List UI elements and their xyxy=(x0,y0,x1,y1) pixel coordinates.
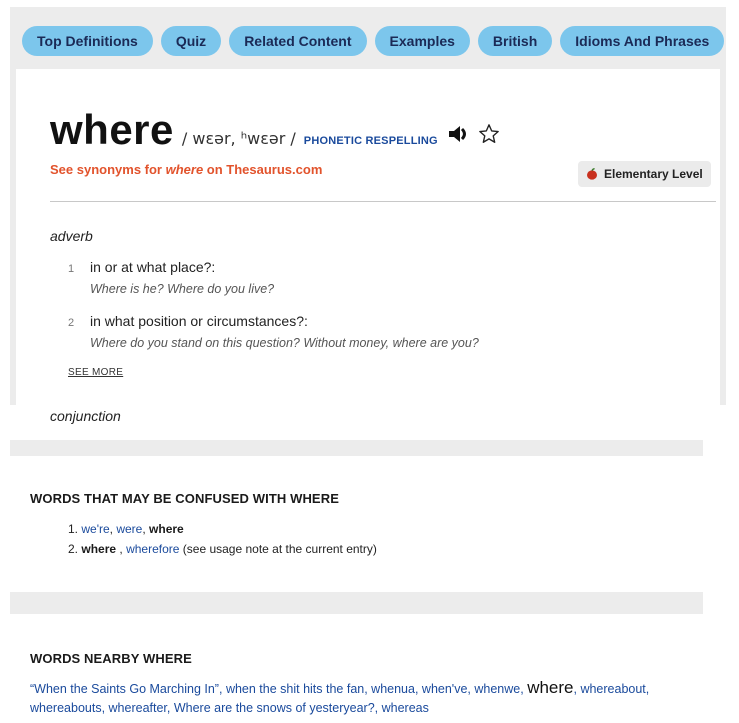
separator: , xyxy=(116,542,127,556)
phonetic-respelling-link[interactable]: PHONETIC RESPELLING xyxy=(304,135,438,147)
nearby-word-link[interactable]: whereas xyxy=(382,701,429,715)
synonyms-word: where xyxy=(165,162,204,177)
confused-current-word: where xyxy=(149,522,184,536)
headword: where xyxy=(50,106,174,153)
nearby-word-link[interactable]: whenua xyxy=(371,682,415,696)
part-of-speech-conjunction: conjunction xyxy=(50,408,121,424)
definition-number: 1 xyxy=(68,263,75,275)
thesaurus-link[interactable]: See synonyms for where on Thesaurus.com xyxy=(50,162,322,177)
definition-1-example: Where is he? Where do you live? xyxy=(90,282,275,296)
tab-related-content[interactable]: Related Content xyxy=(229,26,367,56)
nearby-words-heading: WORDS NEARBY WHERE xyxy=(30,651,192,666)
apple-icon xyxy=(587,168,597,180)
list-number: 1. xyxy=(68,522,79,536)
part-of-speech-adverb: adverb xyxy=(50,228,93,244)
section-separator xyxy=(10,592,703,614)
confused-words-heading: WORDS THAT MAY BE CONFUSED WITH WHERE xyxy=(30,491,339,506)
nearby-word-link[interactable]: whereabout xyxy=(580,682,645,696)
synonyms-prefix: See synonyms for xyxy=(50,162,166,177)
nearby-word-link[interactable]: when've xyxy=(422,682,467,696)
confused-link-were-contraction[interactable]: we're xyxy=(81,522,109,536)
list-number: 2. xyxy=(68,542,79,556)
tab-top-definitions[interactable]: Top Definitions xyxy=(22,26,153,56)
definition-text: in what position or circumstances?: xyxy=(90,313,308,329)
nearby-word-link[interactable]: Where are the snows of yesteryear? xyxy=(174,701,375,715)
nearby-current-word: where xyxy=(527,678,574,697)
headword-row: where / wɛər, ʰwɛər / PHONETIC RESPELLIN… xyxy=(50,106,500,154)
tab-quiz[interactable]: Quiz xyxy=(160,26,222,56)
synonyms-suffix: on Thesaurus.com xyxy=(203,162,323,177)
nearby-word-link[interactable]: when the shit hits the fan xyxy=(226,682,364,696)
confused-item-1: 1. we're, were, where xyxy=(68,522,184,536)
pronunciation: / wɛər, ʰwɛər / xyxy=(181,129,296,148)
tab-idioms-and-phrases[interactable]: Idioms And Phrases xyxy=(560,26,725,56)
definition-text: in or at what place?: xyxy=(90,259,216,275)
confused-link-wherefore[interactable]: wherefore xyxy=(126,542,179,556)
confused-item-2: 2. where , wherefore (see usage note at … xyxy=(68,542,377,556)
section-tabs: Top Definitions Quiz Related Content Exa… xyxy=(22,26,725,56)
level-label: Elementary Level xyxy=(604,167,703,181)
tab-examples[interactable]: Examples xyxy=(374,26,470,56)
star-favorite-icon[interactable] xyxy=(478,123,500,145)
definition-number: 2 xyxy=(68,317,75,329)
nearby-words-list: “When the Saints Go Marching In”, when t… xyxy=(30,678,650,715)
see-more-link[interactable]: SEE MORE xyxy=(68,367,123,378)
definition-2-example: Where do you stand on this question? Wit… xyxy=(90,336,479,350)
entry-frame-right xyxy=(720,69,726,405)
nearby-word-link[interactable]: “When the Saints Go Marching In” xyxy=(30,682,219,696)
speaker-icon[interactable] xyxy=(448,124,470,144)
elementary-level-badge[interactable]: Elementary Level xyxy=(578,161,711,187)
nearby-word-link[interactable]: whereabouts xyxy=(30,701,102,715)
confused-link-were[interactable]: were xyxy=(116,522,142,536)
usage-note-text: (see usage note at the current entry) xyxy=(179,542,377,556)
definition-2: 2 in what position or circumstances?: xyxy=(68,313,308,329)
divider xyxy=(50,201,716,202)
section-separator xyxy=(10,440,703,456)
nearby-word-link[interactable]: whereafter xyxy=(109,701,167,715)
definition-1: 1 in or at what place?: xyxy=(68,259,215,275)
confused-current-word: where xyxy=(81,542,117,556)
nearby-word-link[interactable]: whenwe xyxy=(474,682,520,696)
entry-frame-left xyxy=(10,69,16,405)
tab-british[interactable]: British xyxy=(477,26,553,56)
